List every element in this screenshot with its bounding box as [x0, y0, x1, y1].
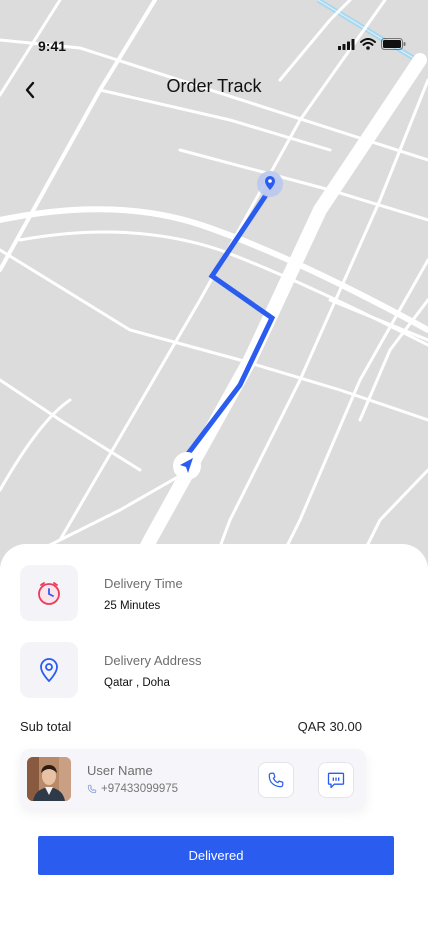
user-name: User Name — [87, 763, 153, 778]
delivery-time-value: 25 Minutes — [104, 600, 161, 612]
delivery-address-icon-box — [20, 642, 78, 698]
status-bar: 9:41 — [0, 0, 428, 60]
user-phone-row: +97433099975 — [87, 783, 178, 795]
message-button[interactable] — [318, 762, 354, 798]
clock-icon — [38, 582, 60, 605]
battery-icon — [381, 38, 406, 50]
current-location-marker[interactable] — [173, 452, 201, 480]
subtotal-row: Sub total QAR 30.00 — [20, 719, 362, 737]
chat-icon — [327, 772, 345, 789]
status-icons — [338, 38, 406, 50]
header: Order Track — [0, 68, 428, 108]
delivery-address-label: Delivery Address — [104, 653, 202, 668]
delivery-time-icon-box — [20, 565, 78, 621]
status-time: 9:41 — [38, 38, 67, 54]
delivery-time-label: Delivery Time — [104, 576, 183, 591]
wifi-icon — [360, 38, 376, 50]
phone-small-icon — [87, 784, 97, 794]
call-button[interactable] — [258, 762, 294, 798]
avatar — [27, 757, 71, 801]
destination-marker[interactable] — [257, 171, 283, 197]
user-phone: +97433099975 — [101, 783, 179, 795]
delivery-address-value: Qatar , Doha — [104, 677, 170, 689]
order-details-sheet: Delivery Time 25 Minutes Delivery Addres… — [0, 544, 428, 926]
phone-icon — [268, 772, 284, 788]
avatar-image — [27, 757, 71, 801]
subtotal-value: QAR 30.00 — [297, 719, 362, 734]
courier-card: User Name +97433099975 — [20, 749, 366, 809]
delivery-time-row: Delivery Time 25 Minutes — [20, 565, 410, 621]
page-title: Order Track — [166, 76, 262, 96]
subtotal-label: Sub total — [20, 719, 72, 734]
delivered-button[interactable]: Delivered — [38, 836, 394, 875]
signal-icon — [338, 38, 355, 50]
location-pin-icon — [40, 658, 58, 683]
delivery-address-row: Delivery Address Qatar , Doha — [20, 642, 410, 698]
